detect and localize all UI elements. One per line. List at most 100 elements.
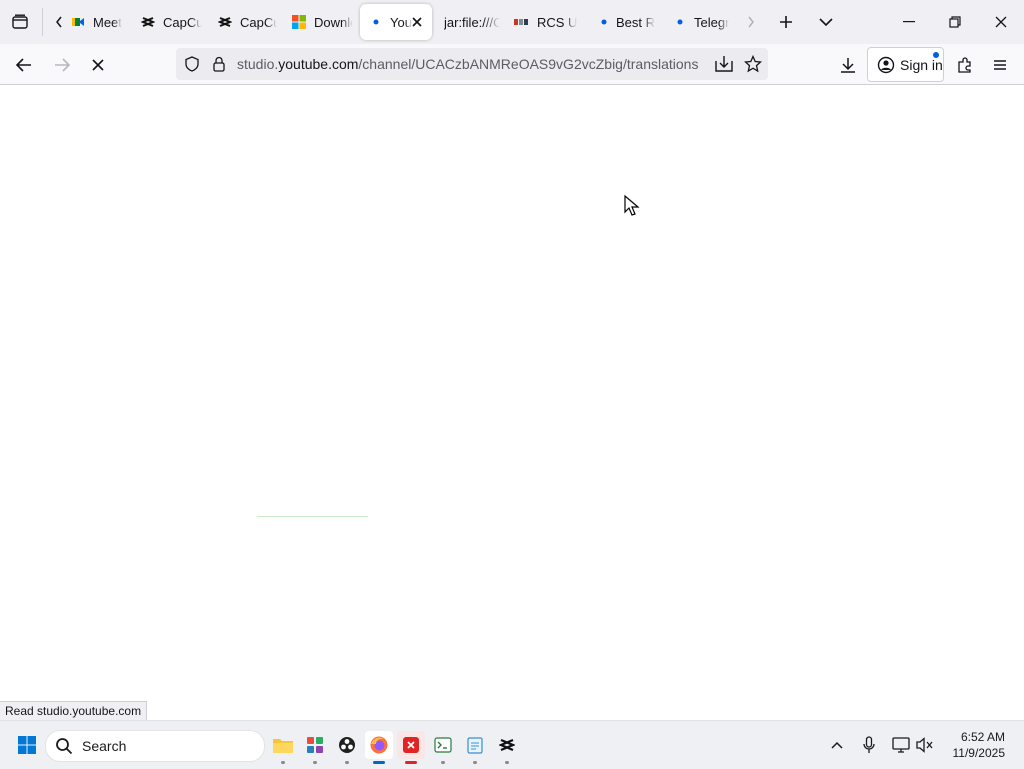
running-indicator	[473, 761, 477, 764]
sign-in-button[interactable]: Sign in	[867, 47, 944, 82]
terminal-icon	[434, 737, 452, 753]
microphone-button[interactable]	[855, 731, 883, 759]
close-tab-button[interactable]	[409, 14, 425, 30]
taskbar-app-notepad[interactable]	[461, 731, 489, 764]
arrow-right-icon	[55, 58, 70, 72]
status-panel: Read studio.youtube.com	[0, 701, 148, 721]
taskbar-app-red[interactable]	[397, 731, 425, 764]
chevron-right-icon	[748, 16, 754, 28]
google-meet-icon	[70, 14, 86, 30]
running-indicator	[505, 761, 509, 764]
restore-button[interactable]	[932, 6, 978, 38]
running-indicator	[441, 761, 445, 764]
tab-label: Telegr	[694, 14, 730, 30]
downloads-button[interactable]	[834, 51, 862, 79]
lock-icon[interactable]	[212, 56, 228, 72]
navigation-toolbar: studio.youtube.com/channel/UCACzbANMReOA…	[0, 44, 1024, 85]
taskbar-app-terminal[interactable]	[429, 731, 457, 764]
new-tab-button[interactable]	[774, 10, 798, 34]
capcut-icon	[217, 14, 233, 30]
address-bar[interactable]: studio.youtube.com/channel/UCACzbANMReOA…	[176, 48, 768, 80]
windows-logo-icon	[18, 736, 36, 754]
sign-in-label: Sign in	[900, 56, 943, 73]
chevron-left-icon	[56, 16, 62, 28]
back-button[interactable]	[10, 51, 38, 79]
loading-indicator-line	[257, 516, 368, 517]
tab-label: Meet	[93, 14, 122, 30]
page-content[interactable]	[0, 85, 1024, 720]
tab-label: RCS U	[537, 14, 578, 30]
red-app-icon	[403, 737, 419, 753]
app-menu-button[interactable]	[986, 51, 1014, 79]
scroll-tabs-left-button[interactable]	[50, 12, 68, 32]
tab-bar: Meet CapCut CapCut Download You jar:file…	[0, 0, 1024, 44]
extensions-button[interactable]	[951, 51, 979, 79]
tab-jar-file[interactable]: jar:file:///C	[438, 4, 500, 40]
plus-icon	[780, 16, 792, 28]
microphone-icon	[863, 736, 875, 753]
running-indicator	[345, 761, 349, 764]
install-page-button[interactable]	[715, 55, 733, 73]
active-indicator	[373, 761, 385, 764]
taskbar-app-obs[interactable]	[333, 731, 361, 764]
running-indicator	[313, 761, 317, 764]
volume-muted-icon	[916, 737, 933, 753]
url-domain: youtube.com	[278, 56, 359, 72]
taskbar-app-capcut[interactable]	[493, 731, 521, 764]
restore-icon	[949, 16, 961, 28]
puzzle-icon	[958, 57, 971, 73]
tab-download[interactable]: Download	[291, 4, 353, 40]
tab-divider	[42, 8, 43, 36]
tab-best[interactable]: Best R	[596, 4, 658, 40]
url-prefix: studio.	[237, 56, 279, 72]
tab-label: Download	[314, 14, 353, 30]
app-grid-icon	[307, 737, 323, 753]
network-icon	[892, 737, 910, 753]
taskbar-search-box[interactable]: Search	[45, 730, 265, 762]
tab-label: CapCut	[240, 14, 277, 30]
firefox-view-button[interactable]	[8, 10, 32, 34]
tab-capcut[interactable]: CapCut	[217, 4, 277, 40]
taskbar-app-firefox[interactable]	[365, 731, 393, 764]
tab-label: jar:file:///C	[444, 14, 500, 30]
scroll-tabs-right-button[interactable]	[742, 12, 760, 32]
tab-meet[interactable]: Meet	[70, 4, 132, 40]
stop-icon	[92, 59, 104, 71]
notepad-icon	[467, 737, 483, 754]
star-icon	[743, 54, 763, 73]
tab-rcs[interactable]: RCS U	[514, 4, 578, 40]
tab-youtube-studio[interactable]: You	[360, 4, 432, 40]
volume-button[interactable]	[911, 731, 939, 759]
running-indicator	[281, 761, 285, 764]
search-placeholder: Search	[82, 738, 127, 754]
minimize-button[interactable]	[886, 6, 932, 38]
chevron-down-icon	[819, 18, 833, 27]
forward-button[interactable]	[48, 51, 76, 79]
clock-date: 11/9/2025	[952, 746, 1006, 760]
active-indicator	[405, 761, 417, 764]
url-text[interactable]: studio.youtube.com/channel/UCACzbANMReOA…	[237, 56, 698, 72]
close-window-button[interactable]	[978, 6, 1024, 38]
stop-loading-button[interactable]	[84, 51, 112, 79]
file-explorer-icon	[273, 739, 293, 753]
arrow-left-icon	[16, 58, 31, 72]
loading-dot-icon	[672, 14, 688, 30]
chevron-up-icon	[831, 741, 843, 749]
list-all-tabs-button[interactable]	[814, 10, 838, 34]
taskbar-clock[interactable]: 6:52 AM 11/9/2025	[953, 729, 1006, 761]
minimize-icon	[903, 21, 915, 23]
start-button[interactable]	[13, 731, 41, 759]
capcut-icon	[140, 14, 156, 30]
tab-label: CapCut	[163, 14, 202, 30]
hamburger-menu-icon	[994, 60, 1006, 70]
tab-capcut[interactable]: CapCut	[140, 4, 202, 40]
mouse-cursor-icon	[624, 195, 640, 216]
close-icon	[995, 16, 1007, 28]
bookmark-star-button[interactable]	[743, 54, 763, 73]
tab-telegram[interactable]: Telegr	[672, 4, 734, 40]
search-icon	[56, 738, 73, 755]
tracking-protection-icon[interactable]	[184, 56, 200, 72]
taskbar-app-file-explorer[interactable]	[269, 731, 297, 764]
show-hidden-icons-button[interactable]	[823, 731, 851, 759]
taskbar-app-grid[interactable]	[301, 731, 329, 764]
